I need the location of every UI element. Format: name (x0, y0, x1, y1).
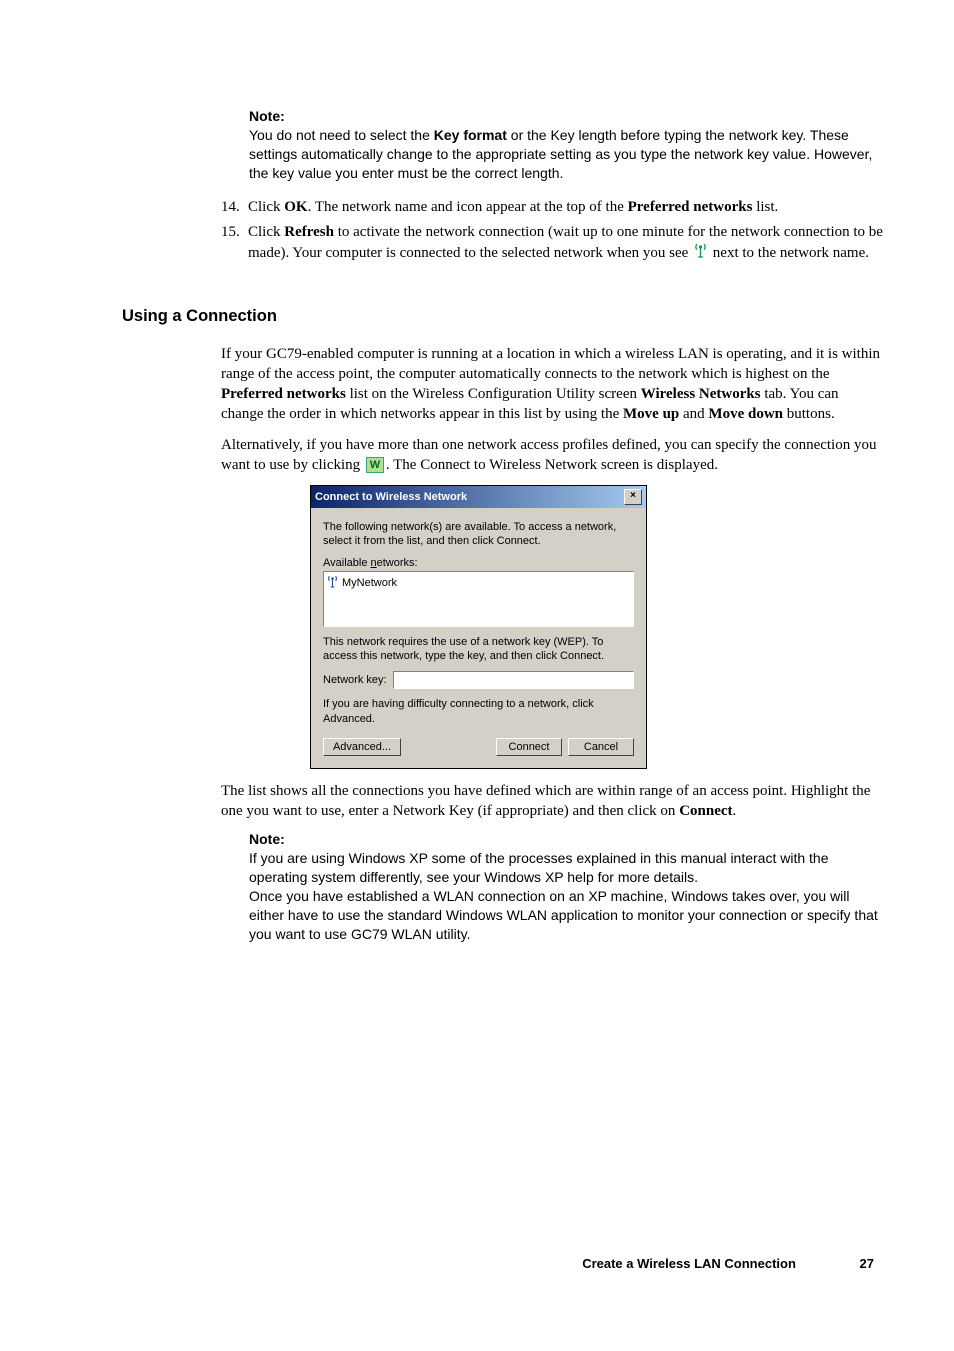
text: The list shows all the connections you h… (221, 783, 870, 819)
note-body: You do not need to select the Key format… (249, 126, 884, 183)
text: . (733, 803, 737, 819)
bold: Refresh (284, 224, 334, 240)
label-text: Network (323, 674, 366, 686)
note-body: If you are using Windows XP some of the … (249, 849, 884, 943)
bold: OK (284, 199, 307, 215)
bold: Preferred networks (628, 199, 753, 215)
text: . The Connect to Wireless Network screen… (386, 457, 718, 473)
bold: Wireless Networks (641, 386, 761, 402)
footer-title: Create a Wireless LAN Connection (582, 1256, 796, 1271)
dialog-titlebar: Connect to Wireless Network × (311, 486, 646, 508)
text: and (679, 406, 708, 422)
note-heading: Note: (249, 108, 884, 124)
text: Click (248, 224, 284, 240)
page-number: 27 (860, 1256, 874, 1271)
step-14: 14. Click OK. The network name and icon … (221, 197, 884, 218)
step-number: 15. (221, 222, 240, 243)
text: buttons. (783, 406, 835, 422)
wireless-w-icon: W (366, 457, 384, 473)
paragraph-2: Alternatively, if you have more than one… (221, 435, 884, 476)
dialog-body: The following network(s) are available. … (311, 508, 646, 768)
cancel-button[interactable]: Cancel (568, 738, 634, 756)
bold: Preferred networks (221, 386, 346, 402)
connect-wireless-dialog: Connect to Wireless Network × The follow… (310, 485, 647, 769)
bold: Connect (679, 803, 732, 819)
btn-text: dvanced... (340, 741, 391, 753)
label-text: ey: (372, 674, 387, 686)
note-bold: Key format (434, 127, 507, 143)
section-heading: Using a Connection (122, 307, 884, 326)
bold: Move up (623, 406, 679, 422)
network-key-input[interactable] (393, 671, 634, 689)
antenna-icon (327, 575, 338, 591)
page-content: Note: You do not need to select the Key … (0, 0, 954, 984)
text: . The network name and icon appear at th… (308, 199, 628, 215)
note-block-2: Note: If you are using Windows XP some o… (249, 831, 884, 943)
step-list: 14. Click OK. The network name and icon … (221, 197, 884, 265)
text: list on the Wireless Configuration Utili… (346, 386, 641, 402)
paragraph-1: If your GC79-enabled computer is running… (221, 344, 884, 425)
network-name: MyNetwork (342, 577, 397, 589)
text: list. (752, 199, 778, 215)
note-block-1: Note: You do not need to select the Key … (249, 108, 884, 183)
label-text: Available (323, 557, 371, 569)
note-text: You do not need to select the (249, 127, 434, 143)
difficulty-text: If you are having difficulty connecting … (323, 697, 634, 726)
list-item[interactable]: MyNetwork (327, 575, 630, 591)
available-networks-label: Available networks: (323, 557, 634, 569)
network-key-row: Network key: (323, 671, 634, 689)
note-heading: Note: (249, 831, 884, 847)
dialog-button-row: Advanced... Connect Cancel (323, 738, 634, 756)
wep-text: This network requires the use of a netwo… (323, 635, 634, 664)
bold: Move down (708, 406, 783, 422)
step-15: 15. Click Refresh to activate the networ… (221, 222, 884, 265)
page-footer: Create a Wireless LAN Connection 27 (582, 1256, 874, 1271)
text: next to the network name. (709, 245, 869, 261)
dialog-screenshot: Connect to Wireless Network × The follow… (310, 485, 884, 769)
text: Click (248, 199, 284, 215)
step-body: Click OK. The network name and icon appe… (248, 199, 778, 215)
advanced-button[interactable]: Advanced... (323, 738, 401, 756)
step-number: 14. (221, 197, 240, 218)
antenna-icon (694, 243, 707, 265)
close-icon[interactable]: × (624, 489, 642, 505)
dialog-title: Connect to Wireless Network (315, 491, 467, 503)
paragraph-3: The list shows all the connections you h… (221, 781, 884, 822)
dialog-intro-text: The following network(s) are available. … (323, 520, 634, 549)
btn-text: onnect (516, 741, 549, 753)
label-text: etworks: (377, 557, 418, 569)
right-button-group: Connect Cancel (496, 738, 634, 756)
step-body: Click Refresh to activate the network co… (248, 224, 883, 261)
text: If your GC79-enabled computer is running… (221, 346, 880, 382)
networks-listbox[interactable]: MyNetwork (323, 571, 634, 627)
connect-button[interactable]: Connect (496, 738, 562, 756)
network-key-label: Network key: (323, 674, 387, 686)
